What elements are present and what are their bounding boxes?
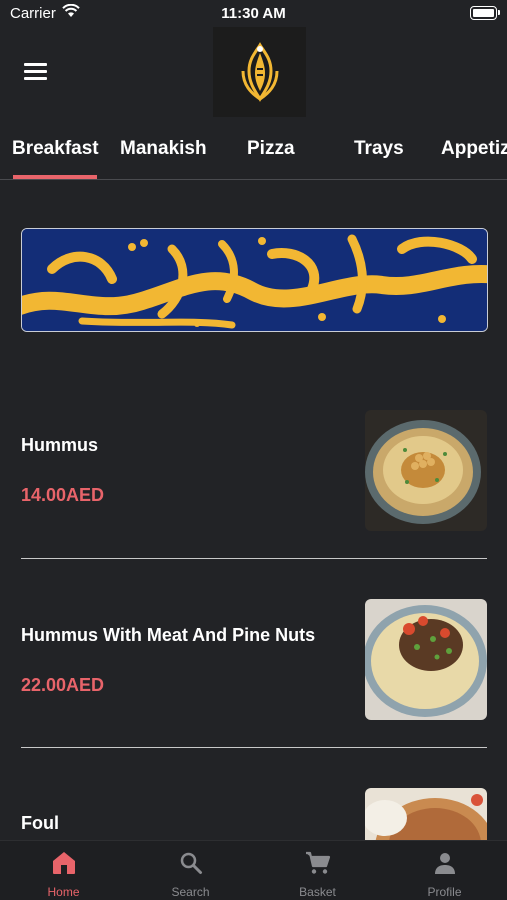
category-tabs: Breakfast Manakish Pizza Trays Appetiz <box>0 130 507 180</box>
cart-icon <box>305 851 330 874</box>
item-image <box>365 788 487 840</box>
tab-pizza[interactable]: Pizza <box>247 138 295 160</box>
tab-breakfast[interactable]: Breakfast <box>12 138 99 160</box>
item-image <box>365 599 487 720</box>
item-name: Hummus <box>21 435 99 455</box>
nav-label: Basket <box>299 885 336 899</box>
search-icon <box>180 852 202 874</box>
item-price: 14.00AED <box>21 485 105 505</box>
tab-trays[interactable]: Trays <box>354 138 404 160</box>
nav-search[interactable]: Search <box>127 841 254 900</box>
nav-label: Profile <box>427 885 462 899</box>
menu-icon[interactable] <box>24 63 47 80</box>
item-name: Foul <box>21 813 59 833</box>
active-tab-indicator <box>13 175 97 179</box>
menu-item[interactable]: Foul <box>0 785 507 840</box>
ramadan-banner[interactable] <box>21 228 488 332</box>
tab-manakish[interactable]: Manakish <box>120 138 207 160</box>
item-price: 22.00AED <box>21 675 105 695</box>
item-name: Hummus With Meat And Pine Nuts <box>21 625 316 645</box>
item-divider <box>21 747 487 748</box>
menu-item[interactable]: Hummus 14.00AED <box>0 405 507 560</box>
nav-label: Search <box>171 885 210 899</box>
item-image <box>365 410 487 531</box>
nav-label: Home <box>47 885 80 899</box>
brand-logo <box>213 27 306 117</box>
menu-item[interactable]: Hummus With Meat And Pine Nuts 22.00AED <box>0 595 507 750</box>
status-time: 11:30 AM <box>221 5 286 22</box>
battery-icon <box>470 6 500 20</box>
bottom-navigation: Home Search Basket Profile <box>0 840 507 900</box>
nav-profile[interactable]: Profile <box>381 841 507 900</box>
nav-home[interactable]: Home <box>0 841 127 900</box>
status-bar: Carrier 11:30 AM <box>0 0 507 28</box>
tab-appetizers[interactable]: Appetiz <box>441 138 507 160</box>
item-divider <box>21 558 487 559</box>
home-icon <box>52 852 75 874</box>
nav-basket[interactable]: Basket <box>254 841 381 900</box>
person-icon <box>434 853 455 874</box>
